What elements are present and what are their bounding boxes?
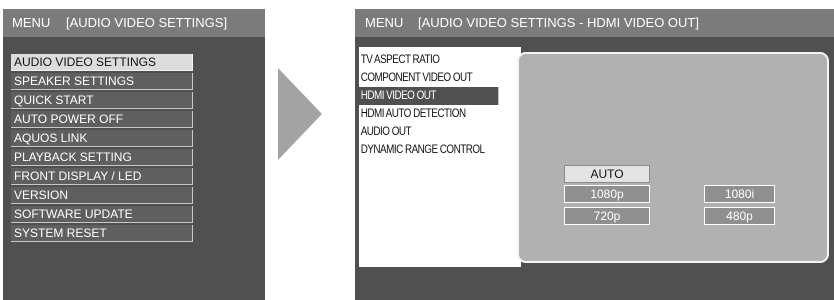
- main-menu-panel: MENU [AUDIO VIDEO SETTINGS] AUDIO VIDEO …: [3, 9, 265, 300]
- main-menu-title-bar: MENU [AUDIO VIDEO SETTINGS]: [3, 9, 265, 37]
- menu-section-label: [AUDIO VIDEO SETTINGS]: [66, 15, 228, 30]
- option-480p-button[interactable]: 480p: [704, 207, 775, 225]
- menu-item-playback-setting[interactable]: PLAYBACK SETTING: [11, 149, 193, 166]
- menu-item-audio-video-settings[interactable]: AUDIO VIDEO SETTINGS: [11, 54, 193, 71]
- hdmi-video-out-options-panel: AUTO 1080p 1080i 720p 480p: [517, 52, 829, 263]
- menu-item-speaker-settings[interactable]: SPEAKER SETTINGS: [11, 73, 193, 90]
- submenu-item-hdmi-auto-detection[interactable]: HDMI AUTO DETECTION: [359, 105, 498, 123]
- menu-item-aquos-link[interactable]: AQUOS LINK: [11, 130, 193, 147]
- submenu-menu-label: MENU: [365, 15, 404, 30]
- menu-item-front-display-led[interactable]: FRONT DISPLAY / LED: [11, 168, 193, 185]
- submenu-section-label: [AUDIO VIDEO SETTINGS - HDMI VIDEO OUT]: [418, 15, 699, 30]
- submenu-item-component-video-out[interactable]: COMPONENT VIDEO OUT: [359, 69, 498, 87]
- main-menu-list: AUDIO VIDEO SETTINGS SPEAKER SETTINGS QU…: [11, 54, 193, 244]
- submenu-item-audio-out[interactable]: AUDIO OUT: [359, 123, 498, 141]
- submenu-item-hdmi-video-out[interactable]: HDMI VIDEO OUT: [359, 87, 499, 105]
- menu-item-auto-power-off[interactable]: AUTO POWER OFF: [11, 111, 193, 128]
- menu-item-version[interactable]: VERSION: [11, 187, 193, 204]
- submenu-title-bar: MENU [AUDIO VIDEO SETTINGS - HDMI VIDEO …: [355, 9, 834, 37]
- menu-title-label: MENU: [12, 15, 51, 30]
- submenu-panel: MENU [AUDIO VIDEO SETTINGS - HDMI VIDEO …: [355, 9, 834, 300]
- option-1080i-button[interactable]: 1080i: [704, 185, 775, 203]
- menu-item-system-reset[interactable]: SYSTEM RESET: [11, 225, 193, 242]
- menu-item-quick-start[interactable]: QUICK START: [11, 92, 193, 109]
- submenu-item-tv-aspect-ratio[interactable]: TV ASPECT RATIO: [359, 51, 498, 69]
- menu-item-software-update[interactable]: SOFTWARE UPDATE: [11, 206, 193, 223]
- option-1080p-button[interactable]: 1080p: [564, 185, 650, 203]
- submenu-list-box: TV ASPECT RATIO COMPONENT VIDEO OUT HDMI…: [359, 47, 521, 267]
- transition-arrow-icon: [278, 68, 322, 160]
- option-720p-button[interactable]: 720p: [564, 207, 650, 225]
- submenu-list: TV ASPECT RATIO COMPONENT VIDEO OUT HDMI…: [359, 47, 521, 159]
- option-auto-button[interactable]: AUTO: [564, 165, 650, 183]
- submenu-item-dynamic-range-control[interactable]: DYNAMIC RANGE CONTROL: [359, 141, 498, 159]
